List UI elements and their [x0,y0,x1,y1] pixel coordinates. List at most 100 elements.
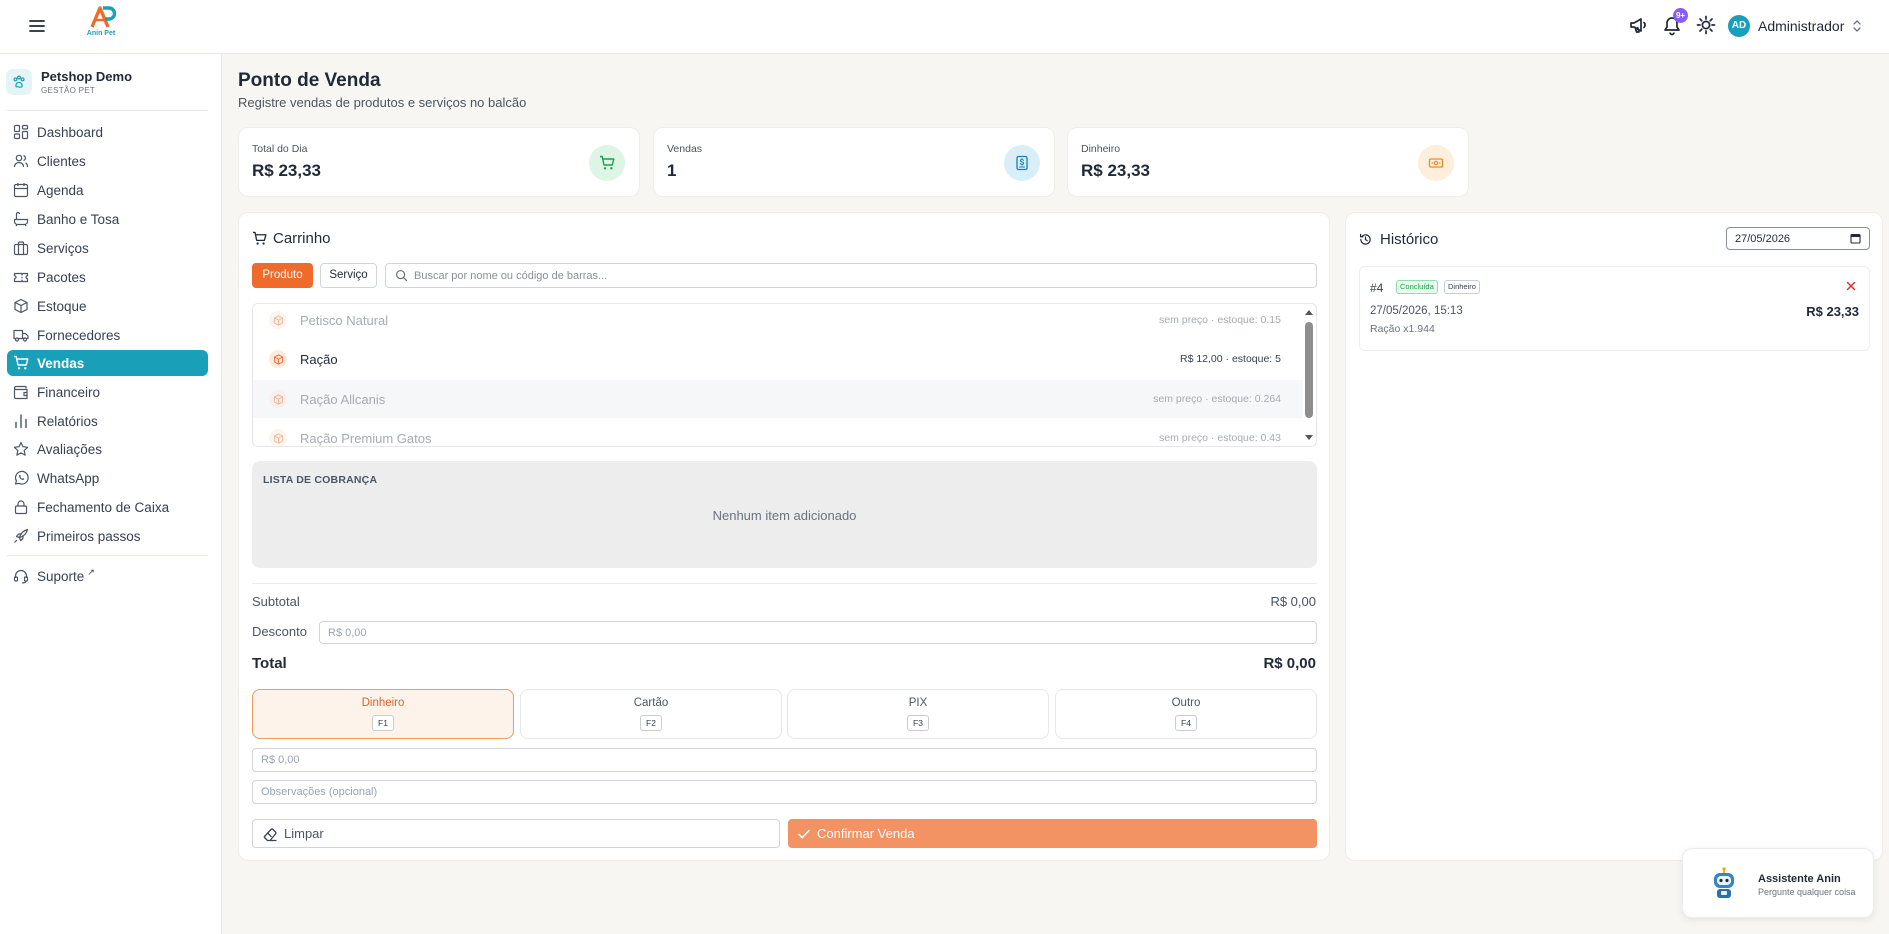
product-row-racao[interactable]: Ração R$ 12,00 · estoque: 5 [253,340,1303,378]
product-row-racao-premium-gatos[interactable]: Ração Premium Gatos sem preço · estoque:… [253,419,1303,446]
discount-label: Desconto [252,624,307,639]
scroll-down-icon[interactable] [1304,434,1314,442]
product-row-petisco-natural[interactable]: Petisco Natural sem preço · estoque: 0.1… [253,304,1303,339]
megaphone-icon[interactable] [1627,14,1649,36]
sidebar-item-servicos[interactable]: Serviços [7,235,208,261]
calendar-icon [13,183,29,198]
status-badge: Concluída [1396,280,1438,294]
history-title: Histórico [1359,231,1438,248]
shortcut-key: F1 [372,715,394,731]
page-title: Ponto de Venda [238,70,381,91]
sale-number: #4 [1370,281,1384,295]
sidebar-item-label: Fornecedores [37,327,121,343]
sidebar-item-whatsapp[interactable]: WhatsApp [7,465,208,491]
search-icon [395,269,408,282]
date-value: 27/05/2026 [1735,232,1791,245]
sidebar-item-estoque[interactable]: Estoque [7,293,208,319]
product-name: Ração [300,351,338,367]
sidebar-item-label: Serviços [37,240,89,256]
notes-input[interactable] [252,780,1317,804]
sale-items: Ração x1.944 [1370,323,1435,335]
payment-pix-button[interactable]: PIX F3 [787,689,1049,739]
stat-label: Dinheiro [1081,143,1121,155]
banknote-icon [1418,145,1454,181]
total-label: Total [252,655,287,672]
calendar-icon[interactable] [1850,233,1861,244]
product-search[interactable] [385,263,1317,288]
sidebar-item-vendas[interactable]: Vendas [7,350,208,376]
payment-label: Cartão [633,697,669,709]
product-list[interactable]: Petisco Natural sem preço · estoque: 0.1… [252,303,1317,447]
cart-title-text: Carrinho [273,230,331,247]
payment-label: Dinheiro [361,697,405,709]
shortcut-key: F2 [640,715,662,731]
sidebar-item-pacotes[interactable]: Pacotes [7,264,208,290]
eraser-icon [263,827,277,841]
payment-label: Outro [1171,697,1201,709]
search-input[interactable] [414,269,1294,282]
date-picker[interactable]: 27/05/2026 [1726,227,1870,250]
sidebar-item-primeiros-passos[interactable]: Primeiros passos [7,523,208,549]
menu-icon[interactable] [26,15,48,37]
scrollbar-thumb[interactable] [1305,322,1313,418]
sidebar-item-agenda[interactable]: Agenda [7,177,208,203]
sidebar-item-banho-e-tosa[interactable]: Banho e Tosa [7,206,208,232]
sidebar: Petshop Demo GESTÃO PET Dashboard Client… [0,54,222,934]
close-icon[interactable] [1844,279,1858,293]
user-menu[interactable]: AD Administrador [1728,13,1862,39]
sidebar-item-clientes[interactable]: Clientes [7,148,208,174]
scroll-up-icon[interactable] [1304,308,1314,316]
sidebar-item-suporte[interactable]: Suporte ↗ [7,563,208,589]
payment-dinheiro-button[interactable]: Dinheiro F1 [252,689,514,739]
check-icon [798,829,810,838]
stat-card-dinheiro: Dinheiro R$ 23,33 [1067,127,1469,197]
sidebar-item-financeiro[interactable]: Financeiro [7,379,208,405]
sidebar-item-dashboard[interactable]: Dashboard [7,119,208,145]
discount-input[interactable] [319,621,1317,644]
confirm-sale-button[interactable]: Confirmar Venda [788,819,1317,848]
sidebar-item-fechamento-de-caixa[interactable]: Fechamento de Caixa [7,494,208,520]
dashboard-icon [13,124,29,140]
shop-switcher[interactable]: Petshop Demo GESTÃO PET [6,64,210,100]
notification-badge: 9+ [1673,8,1688,23]
shop-name: Petshop Demo [41,69,133,84]
history-title-text: Histórico [1380,231,1439,248]
payment-label: PIX [908,697,928,709]
sale-total: R$ 23,33 [1806,304,1859,319]
sidebar-item-relatorios[interactable]: Relatórios [7,408,208,434]
sidebar-item-label: WhatsApp [37,470,100,486]
sidebar-item-avaliacoes[interactable]: Avaliações [7,436,208,462]
box-icon [269,390,287,408]
logo-mark-icon [90,6,117,28]
clear-button[interactable]: Limpar [252,819,780,848]
sidebar-item-label: Clientes [37,153,86,169]
product-row-racao-allcanis[interactable]: Ração Allcanis sem preço · estoque: 0.26… [253,380,1303,418]
sidebar-item-label: Relatórios [37,413,98,429]
sidebar-item-label: Primeiros passos [37,528,141,544]
lock-icon [14,500,28,515]
cart-panel: Carrinho Produto Serviço Petisco Natural… [238,212,1330,861]
product-list-scrollbar[interactable] [1304,308,1314,442]
payment-cartao-button[interactable]: Cartão F2 [520,689,782,739]
amount-received-input[interactable] [252,748,1317,772]
assistant-widget[interactable]: Assistente Anin Pergunte qualquer coisa [1682,848,1874,918]
app-logo[interactable]: Anin Pet [80,5,122,41]
payment-outro-button[interactable]: Outro F4 [1055,689,1317,739]
cart-icon [14,355,29,370]
users-icon [13,154,29,168]
sun-icon[interactable] [1695,14,1717,36]
sidebar-item-label: Avaliações [37,441,103,457]
headset-icon [13,569,29,584]
tab-produto[interactable]: Produto [252,263,313,288]
tab-servico[interactable]: Serviço [320,263,377,288]
wallet-icon [13,385,28,400]
confirm-button-label: Confirmar Venda [817,826,915,841]
sale-datetime: 27/05/2026, 15:13 [1370,305,1463,317]
sidebar-item-fornecedores[interactable]: Fornecedores [7,322,208,348]
bar-chart-icon [15,414,27,429]
billing-title: LISTA DE COBRANÇA [263,474,378,486]
billing-list: LISTA DE COBRANÇA Nenhum item adicionado [252,461,1317,568]
sale-history-item[interactable]: #4 Concluída Dinheiro 27/05/2026, 15:13 … [1359,266,1870,351]
sidebar-item-label: Dashboard [37,124,104,140]
product-name: Ração Premium Gatos [300,430,432,446]
